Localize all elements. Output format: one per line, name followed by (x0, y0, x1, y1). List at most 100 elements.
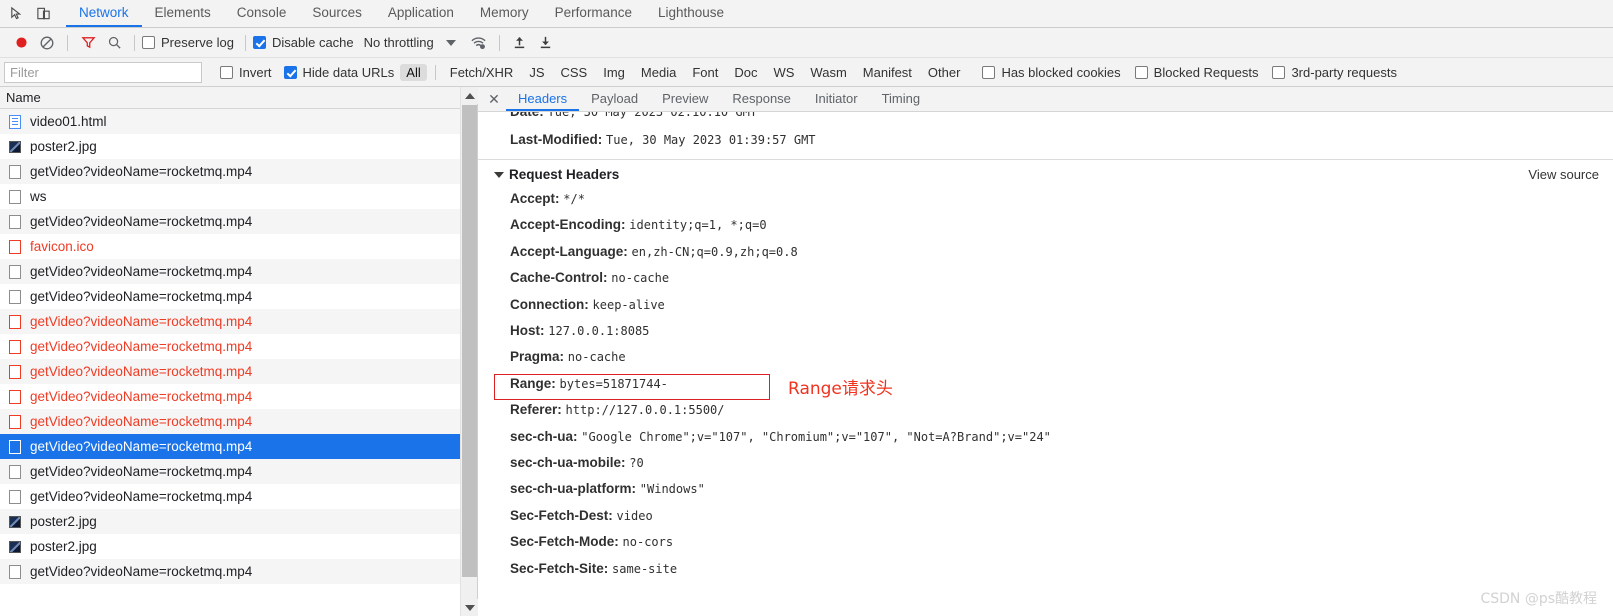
tab-preview[interactable]: Preview (650, 87, 720, 111)
type-filter-wasm[interactable]: Wasm (804, 64, 852, 81)
table-row[interactable]: getVideo?videoName=rocketmq.mp4 (0, 259, 477, 284)
table-row[interactable]: getVideo?videoName=rocketmq.mp4 (0, 159, 477, 184)
view-source-link[interactable]: View source (1528, 167, 1599, 182)
type-filter-img[interactable]: Img (597, 64, 631, 81)
tab-timing[interactable]: Timing (870, 87, 933, 111)
tab-memory-label: Memory (479, 5, 529, 20)
header-name: Pragma: (510, 349, 565, 365)
table-row[interactable]: ws (0, 184, 477, 209)
network-toolbar: Preserve log Disable cache No throttling (0, 28, 1613, 58)
request-list-scrollbar[interactable] (460, 87, 478, 616)
range-header-wrapper: Range: bytes=51871744- Range请求头 (488, 371, 1613, 400)
table-row[interactable]: favicon.ico (0, 234, 477, 259)
tab-payload[interactable]: Payload (579, 87, 650, 111)
table-row[interactable]: getVideo?videoName=rocketmq.mp4 (0, 409, 477, 434)
type-filter-css[interactable]: CSS (555, 64, 594, 81)
table-row[interactable]: poster2.jpg (0, 534, 477, 559)
tab-sources[interactable]: Sources (299, 0, 375, 27)
request-name: getVideo?videoName=rocketmq.mp4 (30, 364, 253, 379)
type-filter-all[interactable]: All (400, 63, 427, 81)
table-row[interactable]: getVideo?videoName=rocketmq.mp4 (0, 384, 477, 409)
table-row-selected[interactable]: getVideo?videoName=rocketmq.mp4 (0, 434, 477, 459)
header-value: */* (563, 192, 585, 206)
chevron-down-icon[interactable] (494, 171, 504, 178)
request-header-row: Referer: http://127.0.0.1:5500/ (488, 397, 1613, 423)
tab-initiator-label: Initiator (814, 90, 858, 106)
tab-memory[interactable]: Memory (467, 0, 542, 27)
generic-file-icon (8, 189, 22, 204)
request-name: poster2.jpg (30, 139, 97, 154)
request-headers-title: Request Headers (509, 167, 620, 182)
tab-network[interactable]: Network (66, 0, 142, 27)
filter-input[interactable] (4, 61, 202, 83)
invert-checkbox[interactable]: Invert (220, 65, 272, 80)
search-icon[interactable] (101, 30, 127, 56)
type-filter-doc[interactable]: Doc (728, 64, 763, 81)
disable-cache-box (252, 36, 266, 49)
has-blocked-cookies-checkbox[interactable]: Has blocked cookies (982, 65, 1121, 80)
chevron-down-icon[interactable] (445, 39, 456, 46)
tab-application[interactable]: Application (375, 0, 467, 27)
tab-elements[interactable]: Elements (142, 0, 224, 27)
request-name: getVideo?videoName=rocketmq.mp4 (30, 339, 253, 354)
tab-initiator[interactable]: Initiator (803, 87, 870, 111)
network-conditions-icon[interactable] (466, 30, 492, 56)
request-headers-section-header[interactable]: Request Headers View source (488, 160, 1613, 186)
type-filter-js[interactable]: JS (523, 64, 550, 81)
type-filter-font[interactable]: Font (686, 64, 724, 81)
header-name: Sec-Fetch-Site: (510, 560, 609, 576)
blocked-requests-label: Blocked Requests (1153, 64, 1259, 80)
table-row[interactable]: getVideo?videoName=rocketmq.mp4 (0, 334, 477, 359)
request-name: getVideo?videoName=rocketmq.mp4 (30, 214, 253, 229)
hide-data-urls-checkbox[interactable]: Hide data URLs (283, 65, 394, 80)
inspect-element-icon[interactable] (8, 5, 25, 22)
type-filter-media[interactable]: Media (635, 64, 682, 81)
devtools-panel-tabs: Network Elements Console Sources Applica… (66, 0, 737, 27)
disable-cache-checkbox[interactable]: Disable cache (252, 35, 354, 50)
type-filter-manifest[interactable]: Manifest (857, 64, 918, 81)
image-icon (8, 515, 22, 529)
table-row[interactable]: getVideo?videoName=rocketmq.mp4 (0, 559, 477, 584)
toolbar-separator-3 (244, 34, 246, 51)
tab-lighthouse[interactable]: Lighthouse (645, 0, 737, 27)
tab-application-label: Application (387, 5, 454, 20)
tab-headers-label: Headers (518, 90, 568, 106)
type-filter-ws[interactable]: WS (767, 64, 800, 81)
device-toolbar-icon[interactable] (35, 5, 52, 22)
third-party-requests-checkbox[interactable]: 3rd-party requests (1272, 65, 1397, 80)
type-filter-other[interactable]: Other (922, 64, 967, 81)
table-row[interactable]: getVideo?videoName=rocketmq.mp4 (0, 459, 477, 484)
table-row[interactable]: video01.html (0, 109, 477, 134)
table-row[interactable]: getVideo?videoName=rocketmq.mp4 (0, 484, 477, 509)
throttling-select[interactable]: No throttling (364, 35, 434, 50)
request-header-row: Accept: */* (488, 186, 1613, 212)
header-name: Cache-Control: (510, 270, 608, 286)
tab-headers[interactable]: Headers (506, 87, 580, 111)
record-icon[interactable] (8, 30, 34, 56)
import-har-icon[interactable] (507, 30, 533, 56)
table-row[interactable]: getVideo?videoName=rocketmq.mp4 (0, 309, 477, 334)
preserve-log-checkbox[interactable]: Preserve log (142, 35, 234, 50)
table-row[interactable]: poster2.jpg (0, 509, 477, 534)
blocked-requests-checkbox[interactable]: Blocked Requests (1134, 64, 1259, 80)
scroll-up-arrow-icon[interactable] (461, 87, 478, 104)
request-name: poster2.jpg (30, 539, 97, 554)
table-row[interactable]: getVideo?videoName=rocketmq.mp4 (0, 284, 477, 309)
resource-type-filters: All Fetch/XHR JS CSS Img Media Font Doc … (398, 63, 968, 81)
scrollbar-thumb[interactable] (462, 105, 477, 577)
table-row[interactable]: poster2.jpg (0, 134, 477, 159)
clear-icon[interactable] (34, 30, 60, 56)
invert-box (220, 65, 233, 79)
export-har-icon[interactable] (533, 30, 559, 56)
tab-response[interactable]: Response (720, 87, 803, 111)
tab-performance[interactable]: Performance (542, 0, 645, 27)
response-header-last-modified-row: Last-Modified: Tue, 30 May 2023 01:39:57… (488, 125, 1613, 155)
filter-funnel-icon[interactable] (75, 30, 101, 56)
table-row[interactable]: getVideo?videoName=rocketmq.mp4 (0, 359, 477, 384)
request-name: getVideo?videoName=rocketmq.mp4 (30, 164, 253, 179)
tab-console[interactable]: Console (224, 0, 300, 27)
scroll-down-arrow-icon[interactable] (461, 599, 478, 616)
close-icon[interactable]: ✕ (482, 87, 506, 111)
table-row[interactable]: getVideo?videoName=rocketmq.mp4 (0, 209, 477, 234)
type-filter-fetch-xhr[interactable]: Fetch/XHR (444, 64, 520, 81)
